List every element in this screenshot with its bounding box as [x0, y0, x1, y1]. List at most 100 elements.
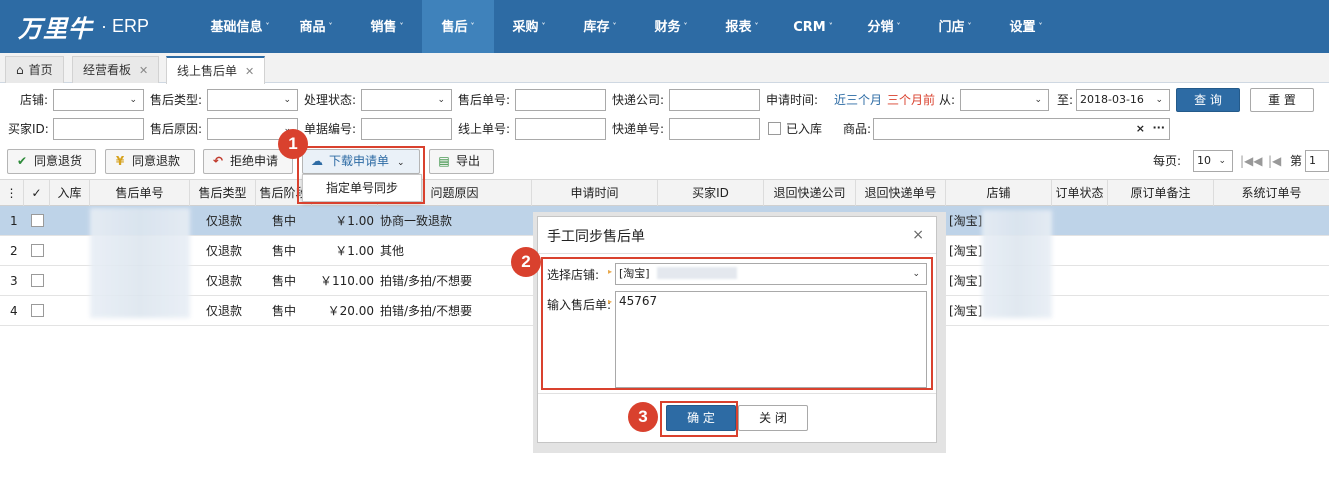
- home-icon: ⌂: [16, 63, 24, 77]
- status-select[interactable]: ⌄: [361, 89, 452, 111]
- doc-no-label: 单据编号:: [304, 122, 357, 136]
- nav-goods[interactable]: 商品 ˅: [280, 0, 352, 53]
- tab-online-aftersale[interactable]: 线上售后单 ✕: [166, 56, 266, 84]
- row-checkbox[interactable]: [31, 304, 44, 317]
- page-input[interactable]: 1: [1305, 150, 1329, 172]
- nav-stores[interactable]: 门店 ˅: [920, 0, 990, 53]
- row-amount: ￥1.00: [335, 214, 374, 228]
- col-buyer-id[interactable]: 买家ID: [658, 180, 764, 206]
- col-original-remark[interactable]: 原订单备注: [1108, 180, 1214, 206]
- date-from-select[interactable]: ⌄: [960, 89, 1049, 111]
- agree-return-button[interactable]: ✔ 同意退货: [7, 149, 96, 174]
- instock-checkbox[interactable]: [768, 122, 781, 135]
- close-icon[interactable]: ✕: [245, 65, 254, 78]
- col-system-order-no[interactable]: 系统订单号: [1214, 180, 1329, 206]
- aftersale-no-input[interactable]: [515, 89, 606, 111]
- row-number: 1: [10, 214, 18, 228]
- row-checkbox[interactable]: [31, 274, 44, 287]
- tab-home[interactable]: ⌂ 首页: [5, 56, 64, 83]
- nav-reports[interactable]: 报表 ˅: [706, 0, 778, 53]
- step-badge-3: 3: [628, 402, 658, 432]
- doc-no-input[interactable]: [361, 118, 452, 140]
- row-stage: 售中: [272, 274, 297, 288]
- reason-label: 售后原因:: [150, 122, 203, 136]
- reset-button[interactable]: 重 置: [1250, 88, 1314, 112]
- nav-finance[interactable]: 财务 ˅: [636, 0, 706, 53]
- date-to-select[interactable]: 2018-03-16 ⌄: [1076, 89, 1170, 111]
- express-no-label: 快递单号:: [612, 122, 665, 136]
- chevron-down-icon: ⌄: [1155, 95, 1163, 105]
- row-number: 4: [10, 304, 18, 318]
- row-type: 仅退款: [206, 304, 243, 318]
- tab-dashboard[interactable]: 经营看板 ✕: [72, 56, 160, 83]
- nav-sales[interactable]: 销售 ˅: [352, 0, 422, 53]
- nav-settings[interactable]: 设置 ˅: [990, 0, 1062, 53]
- chevron-down-icon: ⌄: [283, 95, 291, 105]
- express-company-label: 快递公司:: [612, 93, 665, 107]
- aftersale-type-select[interactable]: ⌄: [207, 89, 298, 111]
- nav-crm[interactable]: CRM ˅: [778, 0, 848, 53]
- more-icon[interactable]: ···: [1152, 118, 1165, 138]
- dialog-footer-divider: [538, 393, 936, 394]
- store-label: 店铺:: [20, 93, 49, 107]
- col-return-express-no[interactable]: 退回快递单号: [856, 180, 946, 206]
- nav-inventory[interactable]: 库存 ˅: [564, 0, 636, 53]
- col-aftersale-type[interactable]: 售后类型: [190, 180, 256, 206]
- buyer-id-input[interactable]: [53, 118, 144, 140]
- online-no-input[interactable]: [515, 118, 606, 140]
- highlight-box-2: [541, 257, 933, 390]
- aftersale-no-label: 售后单号:: [458, 93, 511, 107]
- close-button[interactable]: 关 闭: [738, 405, 808, 431]
- dialog-title: 手工同步售后单: [547, 229, 645, 245]
- highlight-box-3: [660, 401, 738, 437]
- query-button[interactable]: 查 询: [1176, 88, 1240, 112]
- close-icon[interactable]: ✕: [139, 64, 148, 77]
- first-page-icon[interactable]: |◀◀: [1240, 150, 1263, 172]
- three-months-ago-link[interactable]: 三个月前: [887, 89, 935, 111]
- per-page-select[interactable]: 10 ⌄: [1193, 150, 1233, 172]
- aftersale-type-label: 售后类型:: [150, 93, 203, 107]
- page-label: 第: [1290, 154, 1303, 168]
- col-store[interactable]: 店铺: [946, 180, 1052, 206]
- prev-page-icon[interactable]: |◀: [1268, 150, 1281, 172]
- express-company-input[interactable]: [669, 89, 760, 111]
- row-stage: 售中: [272, 244, 297, 258]
- express-no-input[interactable]: [669, 118, 760, 140]
- row-type: 仅退款: [206, 244, 243, 258]
- redacted-store-name: [982, 210, 1052, 318]
- nav-distribution[interactable]: 分销 ˅: [848, 0, 920, 53]
- select-all-icon[interactable]: ✓: [24, 180, 50, 206]
- main-nav: 基础信息 ˅ 商品 ˅ 销售 ˅ 售后 ˅ 采购 ˅ 库存 ˅ 财务 ˅ 报表 ˅ CRM ˅ 分…: [200, 0, 1062, 53]
- row-amount: ￥20.00: [327, 304, 374, 318]
- dialog-close-icon[interactable]: ×: [912, 227, 924, 243]
- chevron-down-icon: ⌄: [437, 95, 445, 105]
- col-aftersale-no[interactable]: 售后单号: [90, 180, 190, 206]
- row-checkbox[interactable]: [31, 214, 44, 227]
- chevron-down-icon: ⌄: [1218, 156, 1226, 166]
- goods-input[interactable]: × ···: [873, 118, 1170, 140]
- dialog-divider: [538, 253, 936, 254]
- row-amount: ￥1.00: [335, 244, 374, 258]
- top-navbar: 万里牛 · ERP 基础信息 ˅ 商品 ˅ 销售 ˅ 售后 ˅ 采购 ˅ 库存 ˅ 财务 ˅ …: [0, 0, 1329, 53]
- nav-purchase[interactable]: 采购 ˅: [494, 0, 564, 53]
- col-instock[interactable]: 入库: [50, 180, 90, 206]
- reject-button[interactable]: ↶ 拒绝申请: [203, 149, 293, 174]
- goods-label: 商品:: [843, 122, 872, 136]
- column-menu-icon[interactable]: ⋮: [0, 180, 24, 206]
- row-checkbox[interactable]: [31, 244, 44, 257]
- nav-aftersale[interactable]: 售后 ˅: [422, 0, 494, 53]
- export-button[interactable]: ▤ 导出: [429, 149, 494, 174]
- tab-bar: ⌂ 首页 经营看板 ✕ 线上售后单 ✕: [0, 53, 1329, 84]
- store-select[interactable]: ⌄: [53, 89, 144, 111]
- clear-icon[interactable]: ×: [1136, 119, 1145, 139]
- last-three-months-link[interactable]: 近三个月: [834, 89, 882, 111]
- col-order-status[interactable]: 订单状态: [1052, 180, 1108, 206]
- app-logo: 万里牛 · ERP: [18, 10, 149, 43]
- from-label: 从:: [939, 93, 956, 107]
- nav-basic-info[interactable]: 基础信息 ˅: [200, 0, 280, 53]
- row-type: 仅退款: [206, 274, 243, 288]
- col-apply-time[interactable]: 申请时间: [532, 180, 658, 206]
- agree-refund-button[interactable]: ¥ 同意退款: [105, 149, 195, 174]
- redacted-aftersale-no: [90, 208, 190, 318]
- col-return-express-company[interactable]: 退回快递公司: [764, 180, 856, 206]
